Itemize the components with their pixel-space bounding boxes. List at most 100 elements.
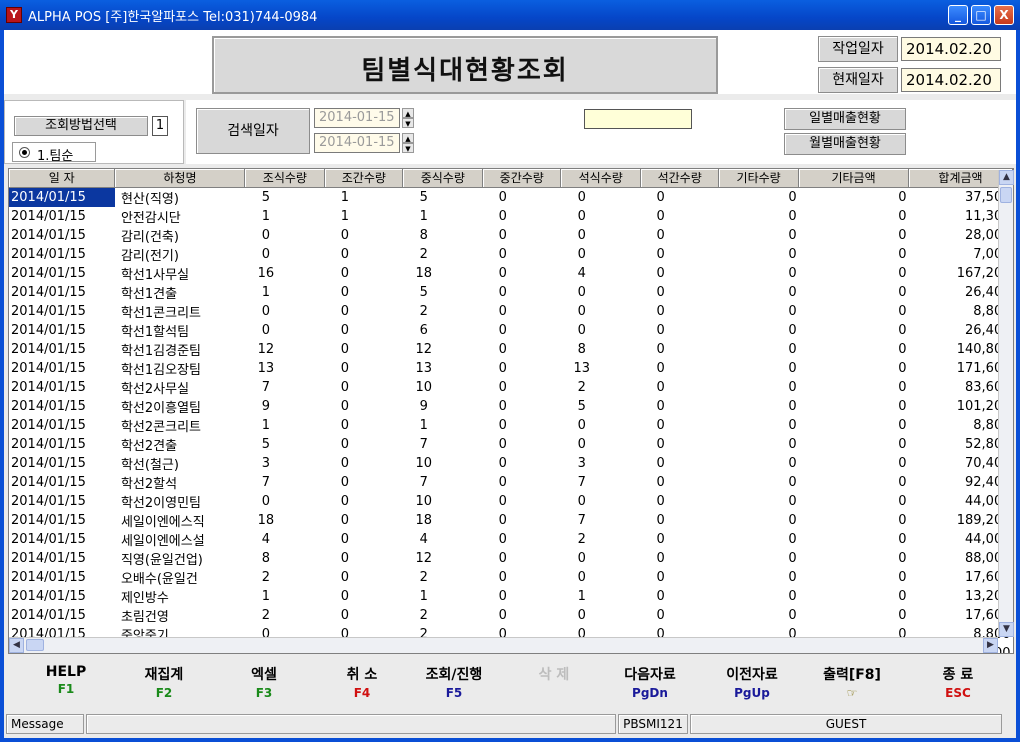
cell-other-amount: 0	[898, 588, 907, 604]
exit-button[interactable]: 종 료 ESC	[918, 664, 998, 700]
prev-page-button[interactable]: 이전자료 PgUp	[712, 664, 792, 700]
cell-date: 2014/01/15	[11, 493, 86, 509]
column-header-lunch-qty[interactable]: 중식수량	[402, 169, 484, 188]
cell-date: 2014/01/15	[11, 303, 86, 319]
next-page-button[interactable]: 다음자료 PgDn	[610, 664, 690, 700]
column-header-team[interactable]: 하청명	[114, 169, 246, 188]
help-button[interactable]: HELP F1	[26, 664, 106, 696]
table-row[interactable]: 2014/01/15 현산(직영) 5 1 5 0 0 0 0 0 37,500	[9, 187, 1013, 207]
cell-team: 초림건영	[120, 609, 169, 625]
minimize-button[interactable]: _	[948, 5, 968, 25]
current-date-field[interactable]: 2014.02.20	[901, 68, 1001, 92]
table-row[interactable]: 2014/01/15 학선(철근) 3 0 10 0 3 0 0 0 70,400	[9, 454, 1013, 473]
info-input[interactable]	[584, 109, 692, 129]
cell-breakfast-qty: 0	[261, 246, 271, 262]
recount-key: F2	[155, 686, 173, 700]
close-button[interactable]: X	[994, 5, 1014, 25]
cell-evening-snack-qty: 0	[656, 436, 665, 452]
table-row[interactable]: 2014/01/15 학선2사무실 7 0 10 0 2 0 0 0 83,600	[9, 378, 1013, 397]
table-row[interactable]: 2014/01/15 학선1김오장팀 13 0 13 0 13 0 0 0 171,600	[9, 359, 1013, 378]
cell-afternoon-snack-qty: 0	[498, 322, 507, 338]
maximize-button[interactable]: □	[971, 5, 991, 25]
monthly-sales-button[interactable]: 월별매출현황	[784, 133, 906, 155]
excel-button[interactable]: 엑셀 F3	[224, 664, 304, 700]
column-header-breakfast-qty[interactable]: 조식수량	[244, 169, 326, 188]
cell-other-qty: 0	[788, 455, 797, 471]
team-order-radio[interactable]: 1.팀순	[12, 142, 96, 164]
column-header-total-amount[interactable]: 합계금액	[908, 169, 1013, 188]
scroll-right-icon[interactable]: ▶	[983, 638, 998, 653]
cell-date: 2014/01/15	[11, 379, 86, 395]
query-run-button[interactable]: 조회/진행 F5	[414, 664, 494, 700]
cell-afternoon-snack-qty: 0	[498, 493, 507, 509]
date-to-input[interactable]: 2014-01-15	[314, 133, 400, 153]
table-row[interactable]: 2014/01/15 제인방수 1 0 1 0 1 0 0 0 13,200	[9, 587, 1013, 606]
date-from-spinner[interactable]: ▲ ▼	[402, 108, 414, 128]
cancel-button[interactable]: 취 소 F4	[322, 664, 402, 700]
print-button[interactable]: 출력[F8] ☞	[812, 664, 892, 700]
spin-up-icon: ▲	[402, 133, 414, 143]
cell-evening-snack-qty: 0	[656, 493, 665, 509]
cell-evening-snack-qty: 0	[656, 379, 665, 395]
recount-button[interactable]: 재집계 F2	[124, 664, 204, 700]
delete-label: 삭 제	[538, 667, 570, 683]
daily-sales-button[interactable]: 일별매출현황	[784, 108, 906, 130]
table-row[interactable]: 2014/01/15 학선1콘크리트 0 0 2 0 0 0 0 0 8,800	[9, 302, 1013, 321]
work-date-field[interactable]: 2014.02.20	[901, 37, 1001, 61]
cell-team: 현산(직영)	[120, 191, 179, 207]
table-row[interactable]: 2014/01/15 학선2이흥열팀 9 0 9 0 5 0 0 0 101,200	[9, 397, 1013, 416]
data-grid[interactable]: 일 자 하청명 조식수량 조간수량 중식수량 중간수량 석식수량 석간수량 기타수량 기타금액 합계…	[8, 168, 1014, 654]
cell-morning-snack-qty: 0	[340, 550, 349, 566]
table-row[interactable]: 2014/01/15 감리(건축) 0 0 8 0 0 0 0 0 28,000	[9, 226, 1013, 245]
vertical-scrollbar[interactable]: ▲ ▼	[998, 170, 1014, 637]
table-row[interactable]: 2014/01/15 세일이엔에스설 4 0 4 0 2 0 0 0 44,000	[9, 530, 1013, 549]
cell-evening-snack-qty: 0	[656, 417, 665, 433]
column-header-afternoon-snack-qty[interactable]: 중간수량	[482, 169, 562, 188]
column-header-morning-snack-qty[interactable]: 조간수량	[324, 169, 404, 188]
table-row[interactable]: 2014/01/15 학선1견출 1 0 5 0 0 0 0 0 26,400	[9, 283, 1013, 302]
table-row[interactable]: 2014/01/15 세일이엔에스직 18 0 18 0 7 0 0 0 189,200	[9, 511, 1013, 530]
table-row[interactable]: 2014/01/15 학선2견출 5 0 7 0 0 0 0 0 52,800	[9, 435, 1013, 454]
column-header-dinner-qty[interactable]: 석식수량	[560, 169, 642, 188]
cell-dinner-qty: 0	[577, 417, 586, 433]
message-label: Message	[6, 714, 84, 734]
date-to-spinner[interactable]: ▲ ▼	[402, 133, 414, 153]
horizontal-scrollbar[interactable]: ◀ ▶	[9, 637, 998, 653]
table-row[interactable]: 2014/01/15 감리(전기) 0 0 2 0 0 0 0 0 7,000	[9, 245, 1013, 264]
cell-dinner-qty: 0	[577, 303, 586, 319]
scroll-up-icon[interactable]: ▲	[999, 170, 1014, 185]
cell-total-amount: 92,400	[965, 474, 1011, 490]
cell-morning-snack-qty: 0	[340, 531, 349, 547]
table-row[interactable]: 2014/01/15 학선2이영민팀 0 0 10 0 0 0 0 0 44,000	[9, 492, 1013, 511]
cell-date: 2014/01/15	[11, 436, 86, 452]
next-page-label: 다음자료	[624, 667, 676, 683]
column-header-evening-snack-qty[interactable]: 석간수량	[640, 169, 720, 188]
cell-lunch-qty: 18	[415, 265, 433, 281]
cell-date: 2014/01/15	[11, 417, 86, 433]
cell-morning-snack-qty: 0	[340, 588, 349, 604]
date-from-input[interactable]: 2014-01-15	[314, 108, 400, 128]
table-row[interactable]: 2014/01/15 학선2할석 7 0 7 0 7 0 0 0 92,400	[9, 473, 1013, 492]
column-header-other-qty[interactable]: 기타수량	[718, 169, 800, 188]
table-row[interactable]: 2014/01/15 학선1할석팀 0 0 6 0 0 0 0 0 26,400	[9, 321, 1013, 340]
column-header-date[interactable]: 일 자	[9, 169, 116, 188]
horizontal-scroll-thumb[interactable]	[26, 639, 44, 651]
delete-button: 삭 제	[514, 664, 594, 686]
table-row[interactable]: 2014/01/15 오배수(윤일건 2 0 2 0 0 0 0 0 17,600	[9, 568, 1013, 587]
scroll-down-icon[interactable]: ▼	[999, 622, 1014, 637]
table-row[interactable]: 2014/01/15 직영(윤일건업) 8 0 12 0 0 0 0 0 88,000	[9, 549, 1013, 568]
table-row[interactable]: 2014/01/15 학선2콘크리트 1 0 1 0 0 0 0 0 8,800	[9, 416, 1013, 435]
table-row[interactable]: 2014/01/15 학선1김경준팀 12 0 12 0 8 0 0 0 140,800	[9, 340, 1013, 359]
table-row[interactable]: 2014/01/15 안전감시단 1 1 1 0 0 0 0 0 11,300	[9, 207, 1013, 226]
cell-other-qty: 0	[788, 607, 797, 623]
column-header-other-amount[interactable]: 기타금액	[798, 169, 909, 188]
cell-team: 학선1견출	[120, 286, 178, 302]
table-row[interactable]: 2014/01/15 학선1사무실 16 0 18 0 4 0 0 0 167,200	[9, 264, 1013, 283]
scroll-left-icon[interactable]: ◀	[9, 638, 24, 653]
table-row[interactable]: 2014/01/15 초림건영 2 0 2 0 0 0 0 0 17,600	[9, 606, 1013, 625]
cell-dinner-qty: 0	[577, 227, 586, 243]
query-method-input[interactable]: 1	[152, 116, 168, 136]
cell-lunch-qty: 2	[419, 569, 428, 585]
vertical-scroll-thumb[interactable]	[1000, 187, 1012, 203]
message-field	[86, 714, 616, 734]
